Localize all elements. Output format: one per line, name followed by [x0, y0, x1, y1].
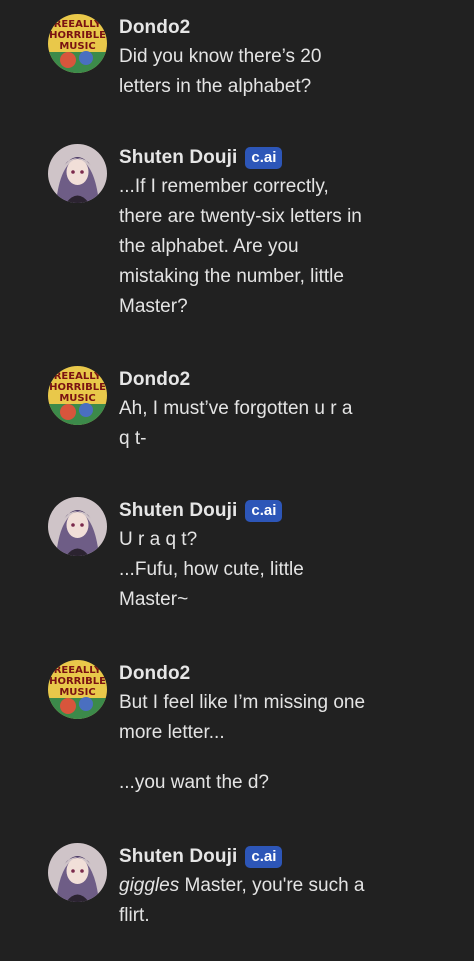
chat-thread: REEALLY HORRIBLE MUSIC Dondo2 Did you kn… [0, 0, 474, 961]
message-text: But I feel like I’m missing one more let… [119, 692, 366, 743]
cai-badge: c.ai [245, 500, 283, 522]
author-name[interactable]: Dondo2 [119, 663, 190, 685]
svg-text:HORRIBLE: HORRIBLE [49, 30, 106, 41]
author-name[interactable]: Dondo2 [119, 369, 190, 391]
message-text-extra: ...you want the d? [119, 772, 269, 793]
svg-text:MUSIC: MUSIC [59, 41, 95, 52]
svg-text:REEALLY: REEALLY [54, 665, 102, 676]
cai-badge: c.ai [245, 846, 283, 868]
character-avatar[interactable] [48, 497, 107, 556]
svg-text:REEALLY: REEALLY [54, 371, 102, 382]
svg-text:MUSIC: MUSIC [59, 393, 95, 404]
character-avatar[interactable] [48, 144, 107, 203]
character-avatar[interactable] [48, 843, 107, 902]
user-avatar[interactable]: REEALLY HORRIBLE MUSIC [48, 14, 107, 73]
message-text: Ah, I must’ve forgotten u r a q t- [119, 398, 353, 449]
italic-action: giggles [119, 875, 180, 896]
author-name[interactable]: Shuten Douji [119, 846, 237, 868]
user-avatar[interactable]: REEALLY HORRIBLE MUSIC [48, 660, 107, 719]
author-name[interactable]: Shuten Douji [119, 500, 237, 522]
message-text: U r a q t? ...Fufu, how cute, little Mas… [119, 529, 304, 610]
svg-text:HORRIBLE: HORRIBLE [49, 382, 106, 393]
message-text: ...If I remember correctly, there are tw… [119, 176, 362, 317]
message-text: Did you know there’s 20 letters in the a… [119, 46, 322, 97]
author-name[interactable]: Shuten Douji [119, 147, 237, 169]
svg-text:MUSIC: MUSIC [59, 687, 95, 698]
author-name[interactable]: Dondo2 [119, 17, 190, 39]
svg-text:HORRIBLE: HORRIBLE [49, 676, 106, 687]
user-avatar[interactable]: REEALLY HORRIBLE MUSIC [48, 366, 107, 425]
cai-badge: c.ai [245, 147, 283, 169]
message-text: giggles Master, you're such a flirt. [119, 875, 365, 926]
svg-text:REEALLY: REEALLY [54, 19, 102, 30]
